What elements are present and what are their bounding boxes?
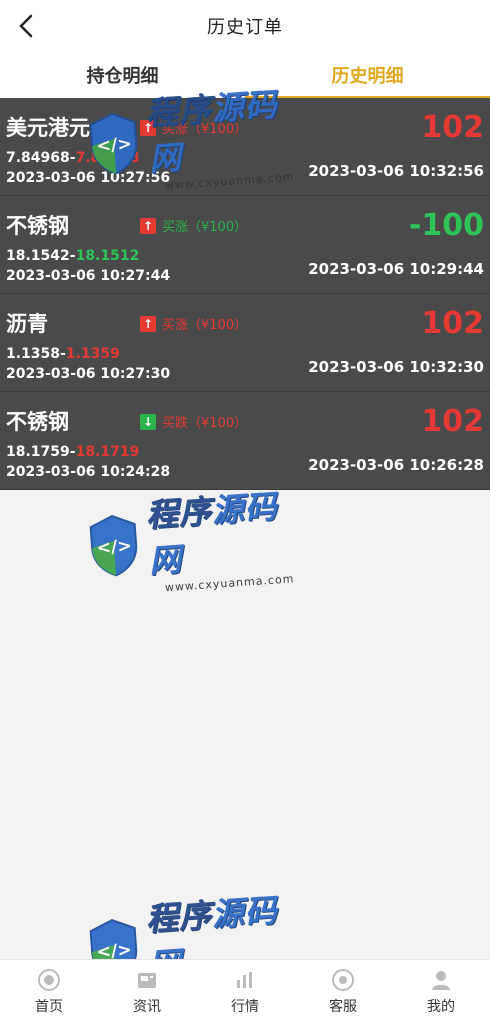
order-direction-badge: ↑ 买涨（¥100） — [140, 216, 247, 235]
support-icon — [332, 969, 354, 991]
header: 历史订单 — [0, 0, 490, 52]
order-pnl: 102 — [421, 110, 484, 145]
watermark-text-a: 程序 — [144, 895, 214, 938]
close-time: 2023-03-06 10:32:30 — [308, 358, 484, 376]
close-price: 18.1719 — [75, 444, 140, 460]
page-title: 历史订单 — [207, 17, 283, 38]
order-prices: 18.1759-18.1719 — [6, 444, 140, 460]
order-prices: 1.1358-1.1359 — [6, 346, 120, 362]
order-direction-label: 买跌（¥100） — [162, 416, 248, 431]
open-price: 7.84968 — [6, 150, 70, 166]
shield-logo-icon: </> — [89, 514, 138, 577]
order-symbol: 沥青 — [6, 312, 48, 336]
nav-label: 资讯 — [133, 999, 161, 1015]
nav-label: 行情 — [231, 999, 259, 1015]
order-direction-badge: ↑ 买涨（¥100） — [140, 314, 247, 333]
nav-news[interactable]: 资讯 — [98, 960, 196, 1024]
open-price: 1.1358 — [6, 346, 61, 362]
svg-text:</>: </> — [96, 536, 133, 558]
profile-icon — [432, 971, 450, 990]
nav-label: 我的 — [427, 999, 455, 1015]
market-icon — [237, 972, 252, 988]
order-direction-badge: ↓ 买跌（¥100） — [140, 412, 247, 431]
open-price: 18.1542 — [6, 248, 70, 264]
page: 历史订单 持仓明细 历史明细 美元港元 ↑ 买涨（¥100） 102 7.849… — [0, 0, 490, 1024]
svg-text:</>: </> — [96, 134, 133, 156]
close-time: 2023-03-06 10:32:56 — [308, 162, 484, 180]
order-direction-label: 买涨（¥100） — [162, 318, 248, 333]
nav-home[interactable]: 首页 — [0, 960, 98, 1024]
back-arrow-icon[interactable] — [12, 12, 40, 40]
nav-profile[interactable]: 我的 — [392, 960, 490, 1024]
arrow-up-icon: ↑ — [140, 315, 156, 332]
shield-logo-icon: </> — [89, 112, 138, 175]
open-time: 2023-03-06 10:24:28 — [6, 464, 171, 480]
order-pnl: 102 — [421, 404, 484, 439]
order-pnl: 102 — [421, 306, 484, 341]
open-time: 2023-03-06 10:27:30 — [6, 366, 171, 382]
close-time: 2023-03-06 10:29:44 — [308, 260, 484, 278]
watermark-text-a: 程序 — [144, 89, 214, 132]
order-symbol: 不锈钢 — [6, 410, 69, 434]
order-symbol: 不锈钢 — [6, 214, 69, 238]
close-time: 2023-03-06 10:26:28 — [308, 456, 484, 474]
order-row[interactable]: 不锈钢 ↓ 买跌（¥100） 102 18.1759-18.1719 2023-… — [0, 392, 490, 490]
nav-label: 首页 — [35, 999, 63, 1015]
home-icon — [38, 969, 60, 991]
order-pnl: -100 — [408, 208, 484, 243]
arrow-up-icon: ↑ — [140, 217, 156, 234]
order-row[interactable]: 沥青 ↑ 买涨（¥100） 102 1.1358-1.1359 2023-03-… — [0, 294, 490, 392]
nav-label: 客服 — [329, 999, 357, 1015]
watermark-logo: </> 程序源码网 www.cxyuanma.com — [83, 486, 309, 594]
open-price: 18.1759 — [6, 444, 70, 460]
nav-market[interactable]: 行情 — [196, 960, 294, 1024]
open-time: 2023-03-06 10:27:44 — [6, 268, 171, 284]
watermark-text-a: 程序 — [144, 491, 214, 534]
order-row[interactable]: 不锈钢 ↑ 买涨（¥100） -100 18.1542-18.1512 2023… — [0, 196, 490, 294]
close-price: 18.1512 — [75, 248, 140, 264]
order-direction-label: 买涨（¥100） — [162, 220, 248, 235]
nav-support[interactable]: 客服 — [294, 960, 392, 1024]
order-prices: 18.1542-18.1512 — [6, 248, 140, 264]
order-symbol: 美元港元 — [6, 116, 90, 140]
arrow-down-icon: ↓ — [140, 413, 156, 430]
close-price: 1.1359 — [65, 346, 120, 362]
watermark-logo: </> 程序源码网 www.cxyuanma.com — [83, 84, 309, 192]
bottom-nav: 首页 资讯 行情 客服 我的 — [0, 959, 490, 1024]
news-icon — [138, 973, 156, 988]
